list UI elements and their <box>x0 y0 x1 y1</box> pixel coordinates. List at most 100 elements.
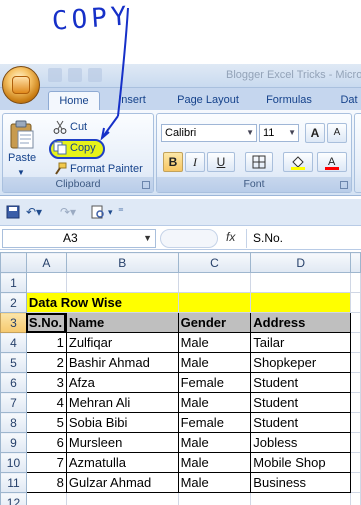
cell[interactable]: 6 <box>25 432 67 453</box>
column-header-d[interactable]: D <box>250 252 352 273</box>
underline-button[interactable]: U <box>207 152 235 172</box>
row-header[interactable]: 1 <box>0 272 27 293</box>
cell[interactable]: Female <box>177 372 252 393</box>
cell[interactable] <box>350 312 361 333</box>
select-all-corner[interactable] <box>0 252 27 273</box>
cell[interactable]: Shopkeper <box>250 352 352 373</box>
cell[interactable]: 4 <box>25 392 67 413</box>
row-header[interactable]: 12 <box>0 492 27 505</box>
cut-button[interactable]: Cut <box>53 120 87 134</box>
cell[interactable]: Gulzar Ahmad <box>65 472 179 493</box>
row-header[interactable]: 8 <box>0 412 27 433</box>
row-header[interactable]: 4 <box>0 332 27 353</box>
cell[interactable]: Male <box>177 332 252 353</box>
cell[interactable]: 1 <box>25 332 67 353</box>
row-header[interactable]: 10 <box>0 452 27 473</box>
font-color-button[interactable]: A <box>317 152 347 172</box>
cell[interactable]: Student <box>250 412 352 433</box>
cell[interactable]: 8 <box>25 472 67 493</box>
fill-color-button[interactable] <box>283 152 313 172</box>
print-preview-dropdown-icon[interactable]: ▾ <box>108 204 113 220</box>
name-box[interactable]: A3 ▼ <box>2 229 156 248</box>
cell[interactable]: Female <box>177 412 252 433</box>
save-icon[interactable] <box>6 204 20 220</box>
grow-font-button[interactable]: A <box>305 123 325 143</box>
office-button[interactable] <box>2 66 40 104</box>
cell[interactable]: Zulfiqar <box>65 332 179 353</box>
paste-dropdown-icon[interactable]: ▼ <box>17 168 25 177</box>
cell[interactable] <box>350 452 361 473</box>
paste-button[interactable]: Paste <box>8 152 36 164</box>
cell[interactable] <box>65 492 179 505</box>
cell[interactable]: Student <box>250 372 352 393</box>
tab-insert[interactable]: Insert <box>108 91 156 110</box>
cell[interactable] <box>350 292 361 313</box>
cell[interactable]: 3 <box>25 372 67 393</box>
print-preview-icon[interactable] <box>90 204 106 220</box>
cell[interactable]: Male <box>177 452 252 473</box>
save-mini-icon[interactable] <box>48 68 62 82</box>
cell[interactable] <box>350 372 361 393</box>
cell[interactable]: Student <box>250 392 352 413</box>
cell[interactable] <box>350 392 361 413</box>
font-launcher-icon[interactable] <box>340 181 348 189</box>
clipboard-launcher-icon[interactable] <box>142 181 150 189</box>
header-cell-sno[interactable]: S.No. <box>25 312 67 333</box>
column-header-a[interactable]: A <box>25 252 67 273</box>
row-header[interactable]: 9 <box>0 432 27 453</box>
paste-icon[interactable] <box>9 120 35 150</box>
worksheet-grid[interactable]: A B C D 1 2 Data Row Wise 3 S.No. Name G… <box>0 252 361 505</box>
column-header-b[interactable]: B <box>65 252 179 273</box>
cell[interactable] <box>350 352 361 373</box>
redo-mini-icon[interactable] <box>88 68 102 82</box>
cell[interactable] <box>250 272 352 293</box>
tab-home[interactable]: Home <box>48 91 100 110</box>
cell[interactable]: Male <box>177 352 252 373</box>
redo-icon[interactable]: ↷▾ <box>60 204 76 220</box>
cell[interactable] <box>177 292 252 313</box>
copy-button[interactable]: Copy <box>53 141 96 155</box>
cell[interactable]: 5 <box>25 412 67 433</box>
cell[interactable]: Mursleen <box>65 432 179 453</box>
customize-qat-icon[interactable]: ⁼ <box>118 204 124 220</box>
tab-page-layout[interactable]: Page Layout <box>168 91 248 110</box>
row-header[interactable]: 3 <box>0 312 27 333</box>
cell[interactable]: Bashir Ahmad <box>65 352 179 373</box>
cell[interactable]: Mehran Ali <box>65 392 179 413</box>
cell[interactable]: Business <box>250 472 352 493</box>
font-size-select[interactable]: 11 ▼ <box>259 124 299 142</box>
row-header[interactable]: 5 <box>0 352 27 373</box>
cell[interactable] <box>350 332 361 353</box>
cell[interactable] <box>350 472 361 493</box>
borders-button[interactable] <box>245 152 273 172</box>
cell[interactable]: Afza <box>65 372 179 393</box>
header-cell-gender[interactable]: Gender <box>177 312 252 333</box>
cell[interactable] <box>350 492 361 505</box>
row-header[interactable]: 6 <box>0 372 27 393</box>
cell[interactable] <box>350 432 361 453</box>
column-header-c[interactable]: C <box>177 252 252 273</box>
cell[interactable]: Male <box>177 432 252 453</box>
cell[interactable] <box>250 292 352 313</box>
cell[interactable]: Tailar <box>250 332 352 353</box>
cell[interactable] <box>350 272 361 293</box>
cell[interactable] <box>25 492 67 505</box>
cell[interactable]: Male <box>177 392 252 413</box>
title-cell[interactable]: Data Row Wise <box>25 292 179 313</box>
cell[interactable] <box>177 272 252 293</box>
column-header-e[interactable] <box>350 252 361 273</box>
italic-button[interactable]: I <box>185 152 205 172</box>
cell[interactable]: 7 <box>25 452 67 473</box>
tab-formulas[interactable]: Formulas <box>258 91 320 110</box>
cell[interactable]: 2 <box>25 352 67 373</box>
format-painter-button[interactable]: Format Painter <box>53 162 143 176</box>
tab-data[interactable]: Dat <box>334 91 361 110</box>
row-header[interactable]: 2 <box>0 292 27 313</box>
undo-icon[interactable]: ↶▾ <box>26 204 42 220</box>
cell[interactable] <box>177 492 252 505</box>
row-header[interactable]: 11 <box>0 472 27 493</box>
cell[interactable]: Azmatulla <box>65 452 179 473</box>
bold-button[interactable]: B <box>163 152 183 172</box>
cell[interactable]: Sobia Bibi <box>65 412 179 433</box>
cell[interactable]: Male <box>177 472 252 493</box>
